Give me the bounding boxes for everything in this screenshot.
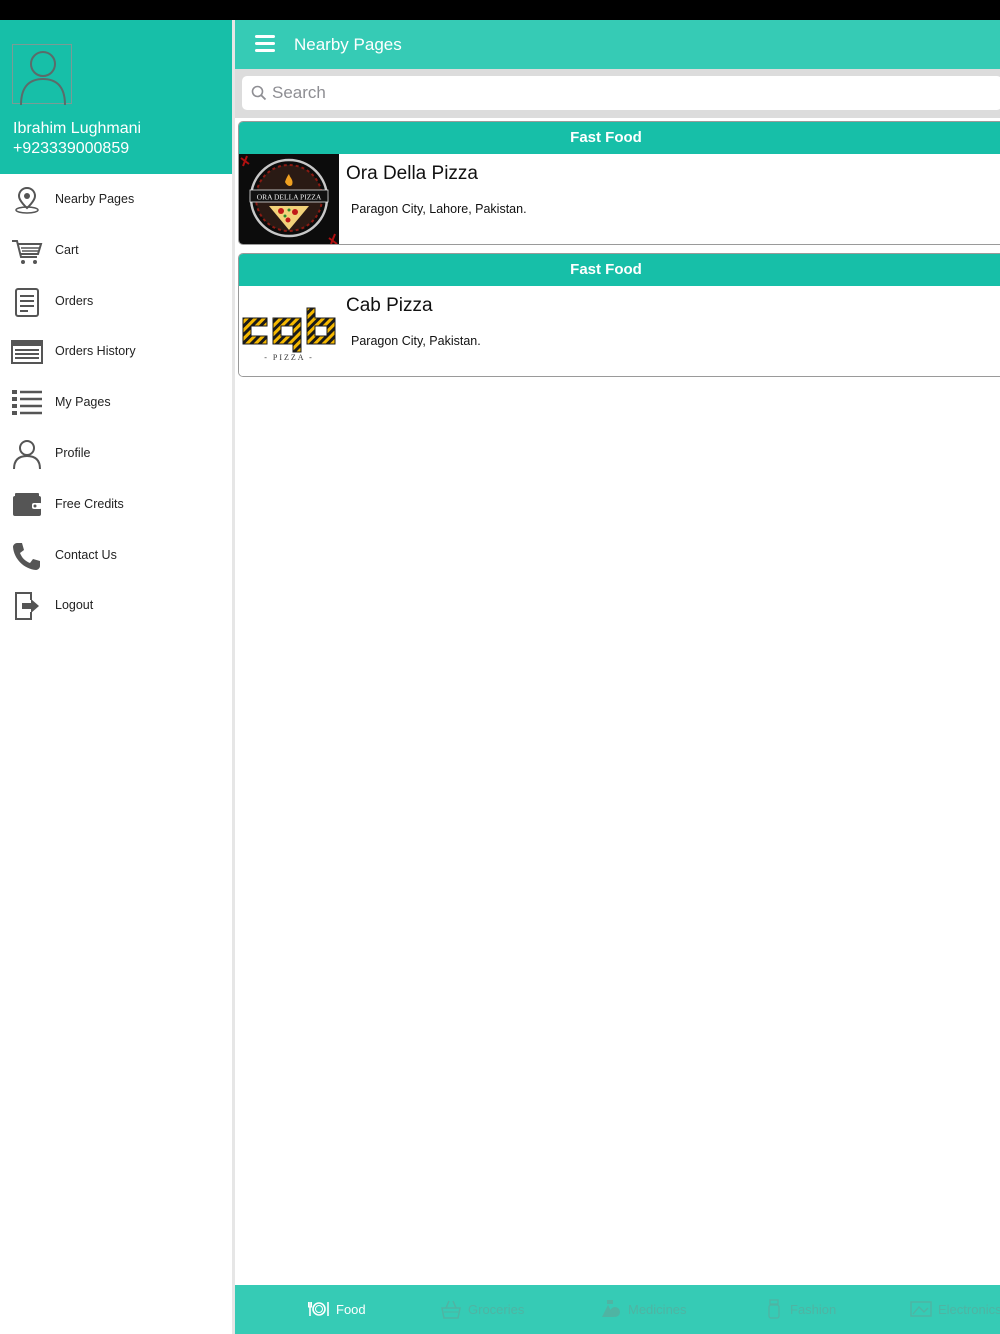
drawer-menu: Nearby Pages Cart Orders Orders History … [0, 174, 234, 631]
tab-medicines[interactable]: Medicines [600, 1285, 730, 1334]
tab-food[interactable]: Food [305, 1285, 425, 1334]
menu-label: Orders [55, 293, 94, 308]
search-box[interactable] [242, 76, 1000, 110]
menu-label: Logout [55, 598, 94, 613]
logo-subtext: - PIZZA - [264, 353, 314, 362]
menu-item-orders[interactable]: Orders [0, 276, 234, 327]
category-band: Fast Food [239, 122, 1000, 154]
cab-pizza-logo: - PIZZA - [239, 286, 339, 376]
logout-icon [15, 592, 39, 621]
tab-fashion[interactable]: Fashion [763, 1285, 873, 1334]
menu-item-orders-history[interactable]: Orders History [0, 326, 234, 377]
tab-electronics[interactable]: Electronics [910, 1285, 1000, 1334]
avatar[interactable] [12, 44, 72, 105]
menu-item-my-pages[interactable]: My Pages [0, 377, 234, 428]
menu-label: My Pages [55, 395, 111, 410]
page-name: Cab Pizza [346, 295, 433, 316]
category-label: Fast Food [570, 129, 642, 146]
page-card[interactable]: Fast Food ORA DELLA PIZZA Ora Della Pizz… [238, 121, 1000, 245]
user-name: Ibrahim Lughmani [13, 120, 142, 137]
hamburger-menu-icon[interactable] [255, 35, 275, 53]
ora-della-pizza-logo: ORA DELLA PIZZA [239, 154, 339, 244]
menu-item-free-credits[interactable]: Free Credits [0, 479, 234, 530]
tab-groceries[interactable]: Groceries [440, 1285, 570, 1334]
category-label: Fast Food [570, 261, 642, 278]
list-table-icon [11, 340, 43, 365]
top-nav-bar: Nearby Pages [235, 20, 1000, 69]
menu-item-logout[interactable]: Logout [0, 580, 234, 631]
page-card[interactable]: Fast Food - PIZZA - Cab Pizza Paragon Ci… [238, 253, 1000, 377]
tab-label: Medicines [628, 1302, 687, 1317]
menu-label: Cart [55, 242, 79, 257]
drawer-header: Ibrahim Lughmani +923339000859 [0, 20, 234, 174]
menu-label: Contact Us [55, 547, 117, 562]
menu-item-contact-us[interactable]: Contact Us [0, 530, 234, 581]
drawer-divider [232, 20, 235, 1334]
electronics-icon [910, 1301, 932, 1317]
document-icon [15, 287, 39, 317]
side-drawer: Ibrahim Lughmani +923339000859 Nearby Pa… [0, 20, 234, 1334]
list-icon [12, 390, 42, 416]
menu-label: Orders History [55, 344, 136, 359]
map-pin-icon [15, 186, 39, 214]
wallet-icon [13, 492, 42, 516]
tab-label: Food [336, 1302, 366, 1317]
user-avatar-icon [20, 51, 66, 105]
tab-label: Groceries [468, 1302, 525, 1317]
search-input[interactable] [272, 82, 972, 104]
user-icon [13, 439, 41, 470]
search-icon [251, 85, 267, 101]
cart-icon [12, 239, 43, 264]
menu-label: Nearby Pages [55, 192, 135, 206]
page-name: Ora Della Pizza [346, 163, 478, 184]
search-bar [235, 69, 1000, 118]
menu-label: Free Credits [55, 496, 124, 511]
status-bar [0, 0, 1000, 20]
tab-label: Fashion [790, 1302, 837, 1317]
menu-item-profile[interactable]: Profile [0, 428, 234, 479]
menu-item-nearby-pages[interactable]: Nearby Pages [0, 174, 234, 225]
phone-icon [13, 542, 40, 570]
logo-text: ORA DELLA PIZZA [257, 193, 322, 202]
category-band: Fast Food [239, 254, 1000, 286]
page-address: Paragon City, Lahore, Pakistan. [351, 202, 527, 216]
menu-item-cart[interactable]: Cart [0, 225, 234, 276]
page-title: Nearby Pages [294, 35, 402, 54]
page-address: Paragon City, Pakistan. [351, 334, 481, 348]
grocery-basket-icon [441, 1300, 461, 1319]
bottom-tab-bar: Food Groceries Medicines Fashion Electro… [235, 1285, 1000, 1334]
food-plate-icon [308, 1302, 329, 1316]
menu-label: Profile [55, 445, 91, 460]
fashion-icon [768, 1299, 780, 1319]
tab-label: Electronics [938, 1302, 1000, 1317]
user-phone: +923339000859 [13, 140, 130, 157]
medicine-icon [602, 1300, 620, 1317]
